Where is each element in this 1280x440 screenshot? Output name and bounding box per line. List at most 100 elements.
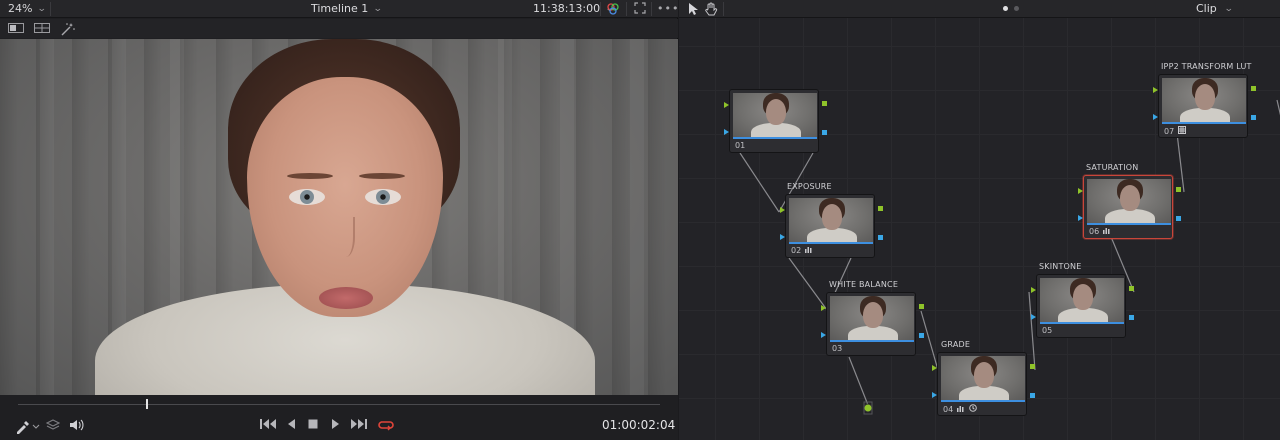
zoom-value: 24% (8, 2, 33, 15)
rgb-output-port[interactable] (1129, 286, 1134, 291)
node-key-bar (830, 340, 914, 342)
node-04[interactable]: 04 (932, 352, 1035, 416)
node-number: 03 (832, 344, 843, 353)
curtain-stripe (630, 39, 644, 395)
rgb-output-port[interactable] (919, 304, 924, 309)
node-label: 04 (943, 404, 977, 414)
key-input-port[interactable] (724, 129, 729, 135)
key-output-port[interactable] (1129, 315, 1134, 320)
zoom-dropdown[interactable]: 24% ⌄ (8, 2, 47, 15)
rgb-input-port[interactable] (821, 305, 826, 311)
color-wheel-icon[interactable] (606, 2, 620, 16)
eyedropper-icon[interactable] (14, 418, 42, 434)
histogram-icon (957, 405, 965, 414)
viewer-image[interactable] (0, 39, 678, 395)
thumb-robe (1180, 108, 1230, 122)
record-timecode: 01:00:02:04 (602, 418, 676, 432)
volume-icon[interactable] (69, 418, 85, 434)
gallery-icon[interactable] (34, 22, 50, 34)
rgb-input-port[interactable] (1031, 287, 1036, 293)
rgb-input-port[interactable] (1153, 87, 1158, 93)
connection-line (920, 310, 939, 371)
key-output-port[interactable] (1030, 393, 1035, 398)
node-key-bar (789, 242, 873, 244)
layers-icon[interactable] (45, 418, 61, 434)
node-number: 01 (735, 141, 746, 150)
node-key-bar (1087, 223, 1171, 225)
thumb-face (822, 204, 842, 230)
connection-line (788, 257, 828, 311)
thumb-face (974, 362, 994, 388)
key-input-port[interactable] (1078, 215, 1083, 221)
source-timecode: 11:38:13:00 (533, 2, 601, 15)
histogram-icon (1103, 227, 1111, 236)
thumb-face (766, 99, 786, 125)
play-icon[interactable] (329, 418, 341, 434)
node-07[interactable]: 07 (1153, 74, 1256, 138)
thumb-robe (959, 386, 1009, 400)
node-label: 06 (1089, 227, 1111, 236)
node-title: WHITE BALANCE (829, 280, 899, 289)
rgb-output-port[interactable] (1176, 187, 1181, 192)
stop-icon[interactable] (307, 418, 319, 434)
key-input-port[interactable] (1153, 114, 1158, 120)
scrubber-bar[interactable] (0, 395, 678, 413)
node-02[interactable]: 02 (780, 194, 883, 258)
playhead[interactable] (146, 399, 149, 409)
rgb-input-port[interactable] (724, 102, 729, 108)
play-reverse-icon[interactable] (286, 418, 298, 434)
node-key-bar (733, 137, 817, 139)
fullscreen-icon[interactable] (633, 2, 647, 16)
transport-bar (0, 413, 678, 440)
node-label: 05 (1042, 326, 1052, 335)
rgb-input-port[interactable] (780, 207, 785, 213)
iris (300, 190, 314, 204)
node-06[interactable]: 06 (1078, 175, 1181, 239)
rgb-input-port[interactable] (932, 365, 937, 371)
rgb-output-port[interactable] (1030, 364, 1035, 369)
rgb-output-port[interactable] (822, 101, 827, 106)
node-editor[interactable]: Clip ⌄ 01 02 EXPOSURE 03 WHITE BALANCE 04 GRAD… (679, 0, 1280, 440)
divider (600, 2, 601, 16)
node-title: SKINTONE (1039, 262, 1082, 271)
thumb-robe (1058, 308, 1108, 322)
output-junction[interactable] (863, 403, 873, 413)
key-output-port[interactable] (1251, 115, 1256, 120)
node-thumbnail (733, 93, 817, 137)
magic-wand-icon[interactable] (60, 22, 76, 36)
scrub-track (18, 404, 660, 405)
node-01[interactable]: 01 (724, 89, 827, 153)
node-label: 02 (791, 246, 813, 255)
key-input-port[interactable] (780, 234, 785, 240)
lips (319, 287, 373, 309)
connection-line (848, 356, 869, 406)
node-key-bar (1040, 322, 1124, 324)
left-brow (287, 173, 333, 179)
more-options-icon[interactable]: ••• (657, 2, 678, 16)
loop-icon[interactable] (377, 418, 395, 434)
key-input-port[interactable] (932, 392, 937, 398)
split-view-icon[interactable] (8, 22, 24, 34)
key-output-port[interactable] (1176, 216, 1181, 221)
iris (376, 190, 390, 204)
skip-to-end-icon[interactable] (350, 418, 368, 434)
key-output-port[interactable] (878, 235, 883, 240)
key-input-port[interactable] (821, 332, 826, 338)
rgb-output-port[interactable] (1251, 86, 1256, 91)
timeline-dropdown[interactable]: Timeline 1 ⌄ (311, 2, 383, 15)
rgb-input-port[interactable] (1078, 188, 1083, 194)
skip-to-start-icon[interactable] (259, 418, 277, 434)
node-03[interactable]: 03 (821, 292, 924, 356)
node-05[interactable]: 05 (1031, 274, 1134, 338)
key-output-port[interactable] (822, 130, 827, 135)
key-output-port[interactable] (919, 333, 924, 338)
rgb-output-port[interactable] (878, 206, 883, 211)
curtain-stripe (40, 39, 54, 395)
thumb-face (1120, 185, 1140, 211)
source-timecode-dropdown[interactable]: 11:38:13:00 ⌄ (533, 2, 615, 15)
lut-grid-icon (1178, 126, 1187, 136)
node-label: 03 (832, 344, 842, 353)
key-input-port[interactable] (1031, 314, 1036, 320)
node-title: IPP2 TRANSFORM LUT (1161, 62, 1252, 71)
node-number: 06 (1089, 227, 1100, 236)
